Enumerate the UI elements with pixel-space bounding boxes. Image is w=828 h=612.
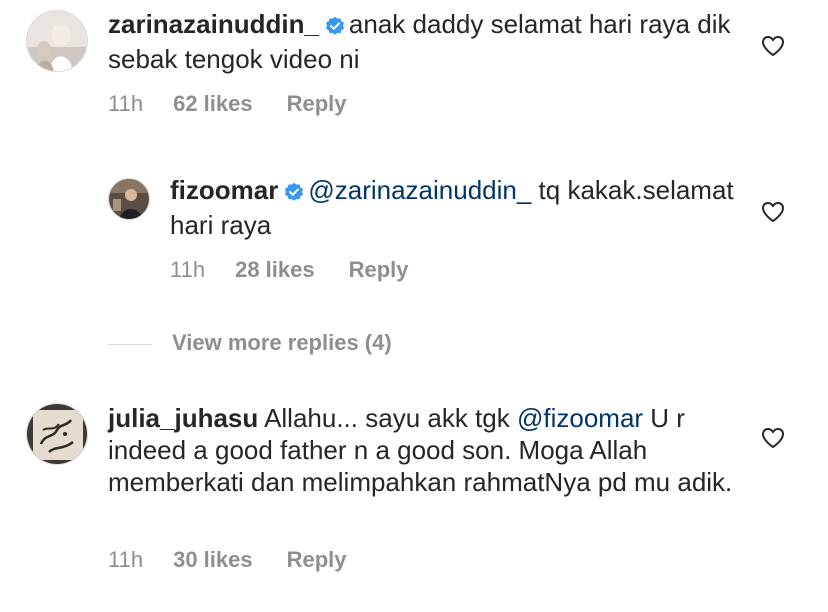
avatar-image bbox=[109, 179, 149, 219]
divider-line bbox=[108, 343, 152, 345]
verified-badge-icon bbox=[325, 11, 345, 43]
avatar[interactable] bbox=[26, 403, 88, 465]
comment-text: fizoomar @zarinazainuddin_ tq kakak.selam… bbox=[170, 174, 750, 241]
username[interactable]: zarinazainuddin_ bbox=[108, 9, 319, 39]
comment-body: Allahu... sayu akk tgk bbox=[264, 403, 517, 433]
heart-outline-icon[interactable] bbox=[761, 427, 785, 449]
view-more-replies-label: View more replies (4) bbox=[172, 330, 392, 355]
avatar[interactable] bbox=[26, 10, 88, 72]
reply-button[interactable]: Reply bbox=[287, 91, 347, 117]
reply-button[interactable]: Reply bbox=[287, 547, 347, 573]
heart-outline-icon[interactable] bbox=[761, 35, 785, 57]
likes-count[interactable]: 28 likes bbox=[235, 257, 315, 283]
comment-meta: 11h 30 likes Reply bbox=[108, 547, 381, 573]
comment-text: zarinazainuddin_ anak daddy selamat hari … bbox=[108, 8, 748, 75]
timestamp: 11h bbox=[108, 547, 144, 572]
comment-meta: 11h 62 likes Reply bbox=[108, 91, 381, 117]
timestamp: 11h bbox=[170, 257, 206, 282]
comment-meta: 11h 28 likes Reply bbox=[170, 257, 443, 283]
mention-link[interactable]: @zarinazainuddin_ bbox=[308, 175, 531, 205]
likes-count[interactable]: 62 likes bbox=[173, 91, 253, 117]
username[interactable]: fizoomar bbox=[170, 175, 278, 205]
reply-button[interactable]: Reply bbox=[349, 257, 409, 283]
avatar-image bbox=[27, 11, 87, 71]
avatar-image bbox=[27, 404, 87, 464]
likes-count[interactable]: 30 likes bbox=[173, 547, 253, 573]
username[interactable]: julia_juhasu bbox=[108, 403, 258, 433]
mention-link[interactable]: @fizoomar bbox=[517, 403, 643, 433]
timestamp: 11h bbox=[108, 91, 144, 116]
comment-text: julia_juhasu Allahu... sayu akk tgk @fiz… bbox=[108, 402, 748, 498]
avatar[interactable] bbox=[108, 178, 150, 220]
heart-outline-icon[interactable] bbox=[761, 201, 785, 223]
verified-badge-icon bbox=[284, 177, 304, 209]
view-more-replies-button[interactable]: View more replies (4) bbox=[108, 330, 392, 356]
